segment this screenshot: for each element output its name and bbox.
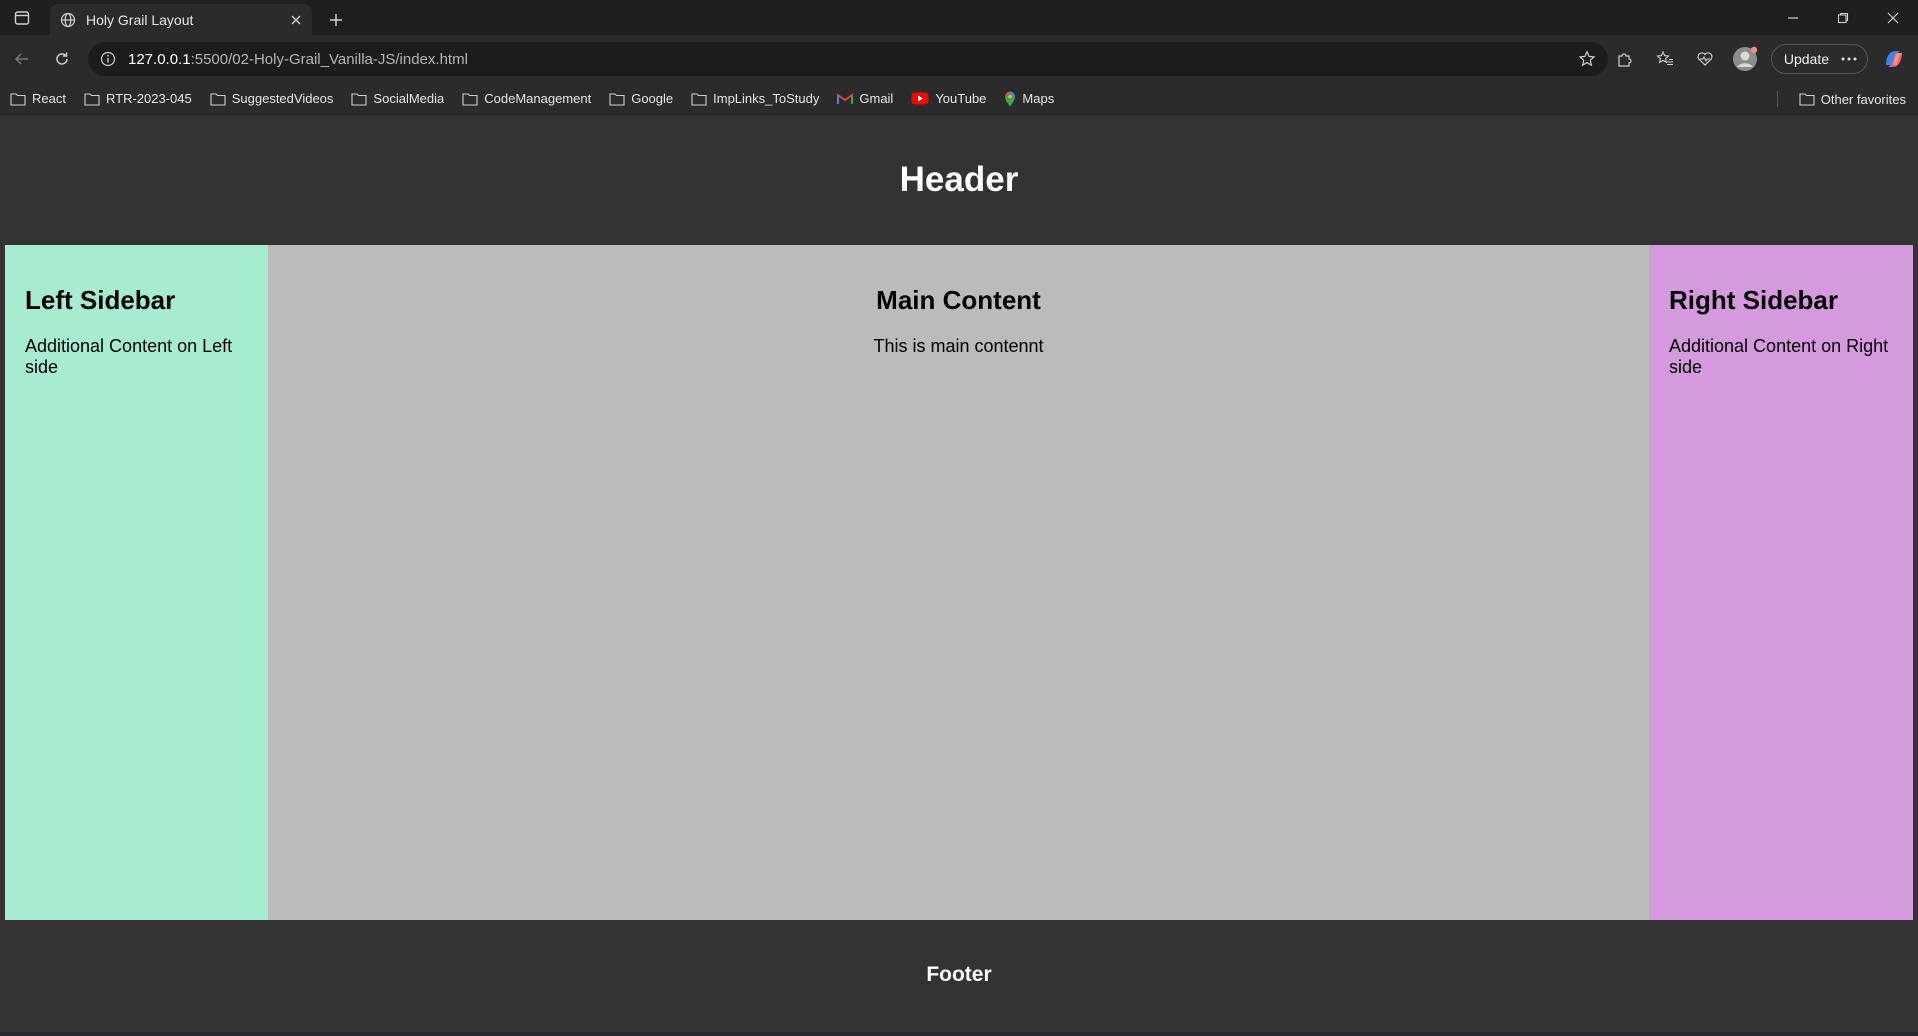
bookmark-label: SuggestedVideos [231,91,334,106]
globe-icon [60,12,76,27]
bookmark-label: CodeManagement [484,91,592,106]
avatar-icon [1732,46,1758,71]
update-button[interactable]: Update [1770,44,1868,74]
folder-icon [351,92,367,106]
bookmark-implinks-tostudy[interactable]: ImpLinks_ToStudy [691,91,819,106]
bookmarks-separator [1777,91,1778,107]
main-content-title: Main Content [876,285,1041,315]
folder-icon [210,92,226,106]
main-content-text: This is main contennt [873,336,1044,356]
browser-tab[interactable]: Holy Grail Layout [50,4,312,35]
folder-icon [10,92,26,106]
footer-title: Footer [926,963,992,986]
back-arrow-icon [14,53,28,65]
update-label: Update [1783,51,1829,67]
bookmark-rtr-2023-045[interactable]: RTR-2023-045 [84,91,192,106]
copilot-icon [1886,51,1902,67]
address-bar[interactable]: 127.0.0.1:5500/02-Holy-Grail_Vanilla-JS/… [88,42,1608,76]
plus-icon [330,13,342,26]
bookmark-google[interactable]: Google [609,91,673,106]
right-sidebar: Right Sidebar Additional Content on Righ… [1649,245,1913,920]
new-tab-button[interactable] [318,4,354,35]
tab-actions-button[interactable] [0,0,44,35]
page-header: Header [5,115,1913,245]
reload-button[interactable] [42,39,82,79]
close-window-button[interactable] [1868,0,1918,35]
bookmark-gmail[interactable]: Gmail [837,91,893,106]
window-controls [1768,0,1918,35]
back-button[interactable] [2,39,42,79]
right-sidebar-title: Right Sidebar [1669,285,1839,315]
youtube-icon [911,92,929,105]
gmail-icon [837,92,854,104]
favorites-icon [1656,50,1673,66]
toolbar-actions: Update [1605,35,1918,83]
star-icon[interactable] [1578,50,1596,68]
tab-title: Holy Grail Layout [86,11,194,28]
minimize-button[interactable] [1768,0,1818,35]
browser-essentials-button[interactable] [1685,39,1725,79]
page-viewport: Header Left Sidebar Additional Content o… [0,115,1918,1036]
extensions-button[interactable] [1605,39,1645,79]
bookmark-label: Maps [1022,91,1055,106]
bookmark-label: Google [631,91,674,106]
other-favorites[interactable]: Other favorites [1799,83,1906,115]
folder-icon [609,92,625,106]
bookmark-label: React [32,91,66,106]
main-content: Main Content This is main contennt [268,245,1649,920]
bookmark-maps[interactable]: Maps [1004,91,1054,107]
browser-titlebar: Holy Grail Layout [0,0,1918,35]
minimize-icon [1788,16,1798,19]
heart-pulse-icon [1697,52,1713,66]
left-sidebar: Left Sidebar Additional Content on Left … [5,245,268,920]
url-text: 127.0.0.1:5500/02-Holy-Grail_Vanilla-JS/… [128,51,468,68]
folder-icon [691,92,707,106]
header-title: Header [899,160,1019,199]
copilot-button[interactable] [1874,39,1914,79]
bookmark-label: RTR-2023-045 [105,91,192,106]
bookmark-socialmedia[interactable]: SocialMedia [351,91,444,106]
page-footer: Footer [5,920,1913,1030]
page-body: Left Sidebar Additional Content on Left … [5,245,1913,920]
favorites-button[interactable] [1645,39,1685,79]
left-sidebar-title: Left Sidebar [25,285,176,315]
reload-icon [56,52,68,65]
left-sidebar-text: Additional Content on Left side [25,336,233,377]
puzzle-icon [1618,53,1632,67]
bookmarks-bar: React RTR-2023-045 SuggestedVideos Socia… [0,83,1918,115]
profile-button[interactable] [1725,39,1765,79]
tab-actions-icon [14,10,30,25]
folder-icon [462,92,478,106]
right-sidebar-text: Additional Content on Right side [1669,336,1889,377]
restore-button[interactable] [1818,0,1868,35]
bookmark-youtube[interactable]: YouTube [911,91,986,106]
bookmark-react[interactable]: React [10,91,66,106]
site-info-icon[interactable] [100,51,116,67]
folder-icon [84,92,100,106]
bookmark-codemanagement[interactable]: CodeManagement [462,91,591,106]
taskbar-edge [0,1032,1918,1036]
bookmark-label: YouTube [935,91,987,106]
more-options-icon[interactable] [1841,57,1857,61]
other-favorites-label: Other favorites [1820,91,1906,107]
url-host: 127.0.0.1 [128,50,191,68]
close-icon [1887,12,1899,23]
maps-icon [1005,91,1016,106]
browser-toolbar: 127.0.0.1:5500/02-Holy-Grail_Vanilla-JS/… [0,35,1918,83]
close-tab-icon[interactable] [290,14,302,26]
url-path: :5500/02-Holy-Grail_Vanilla-JS/index.htm… [190,50,468,68]
bookmark-label: ImpLinks_ToStudy [713,91,820,106]
folder-icon [1799,93,1815,106]
restore-icon [1837,12,1849,23]
bookmark-label: SocialMedia [373,91,445,106]
bookmark-label: Gmail [859,91,894,106]
bookmark-suggestedvideos[interactable]: SuggestedVideos [210,91,334,106]
